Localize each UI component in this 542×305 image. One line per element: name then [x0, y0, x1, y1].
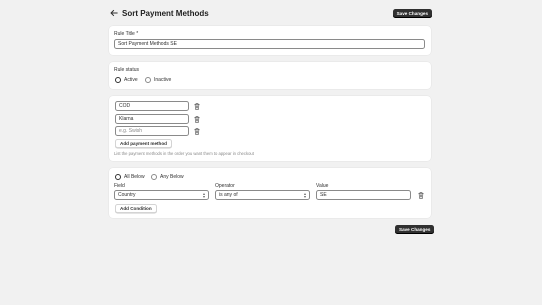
select-chevron-icon: ▴ ▾ — [303, 191, 306, 199]
rule-status-card: Rule status Active Inactive — [109, 62, 431, 89]
conditions-card: All Below Any Below Field Country ▴ ▾ Ope… — [109, 168, 431, 218]
trash-icon[interactable] — [193, 115, 200, 123]
status-option-inactive[interactable]: Inactive — [145, 77, 171, 83]
trash-icon[interactable] — [193, 102, 200, 110]
match-all-label: All Below — [124, 174, 145, 180]
payment-methods-helper-text: List the payment methods in the order yo… — [114, 151, 254, 156]
save-changes-button-bottom[interactable]: Save Changes — [395, 225, 435, 234]
match-any-radio[interactable] — [151, 174, 157, 180]
value-input[interactable]: SE — [316, 190, 411, 200]
field-select[interactable]: Country ▴ ▾ — [114, 190, 209, 200]
field-select-value: Country — [118, 192, 136, 198]
payment-method-input-2[interactable]: Klarna — [115, 114, 189, 124]
operator-select[interactable]: is any of ▴ ▾ — [215, 190, 310, 200]
payment-method-new-input[interactable]: e.g. Swish — [115, 126, 189, 136]
status-option-active[interactable]: Active — [115, 77, 138, 83]
trash-icon[interactable] — [417, 191, 424, 199]
status-active-label: Active — [124, 77, 138, 83]
field-label: Field — [114, 183, 125, 189]
back-arrow-icon[interactable] — [109, 8, 119, 18]
match-option-all[interactable]: All Below — [115, 174, 145, 180]
status-inactive-label: Inactive — [154, 77, 172, 83]
add-payment-method-button[interactable]: Add payment method — [115, 139, 172, 148]
rule-title-label: Rule Title * — [114, 31, 139, 37]
status-inactive-radio[interactable] — [145, 77, 151, 83]
page-header: Sort Payment Methods Save Changes — [109, 7, 432, 19]
rule-status-label: Rule status — [114, 67, 140, 73]
operator-select-value: is any of — [219, 192, 238, 198]
add-condition-button[interactable]: Add Condition — [115, 204, 157, 213]
rule-title-input[interactable]: Sort Payment Methods SE — [114, 39, 425, 49]
page-title: Sort Payment Methods — [122, 8, 209, 18]
match-any-label: Any Below — [160, 174, 184, 180]
match-all-radio[interactable] — [115, 174, 121, 180]
status-active-radio[interactable] — [115, 77, 121, 83]
rule-title-card: Rule Title * Sort Payment Methods SE — [109, 26, 431, 55]
match-option-any[interactable]: Any Below — [151, 174, 184, 180]
payment-methods-card: COD Klarna e.g. Swish Add payment method… — [109, 96, 431, 161]
trash-icon[interactable] — [193, 127, 200, 135]
save-changes-button-top[interactable]: Save Changes — [392, 8, 432, 18]
value-label: Value — [316, 183, 329, 189]
select-chevron-icon: ▴ ▾ — [202, 191, 205, 199]
operator-label: Operator — [215, 183, 235, 189]
payment-method-input-1[interactable]: COD — [115, 101, 189, 111]
